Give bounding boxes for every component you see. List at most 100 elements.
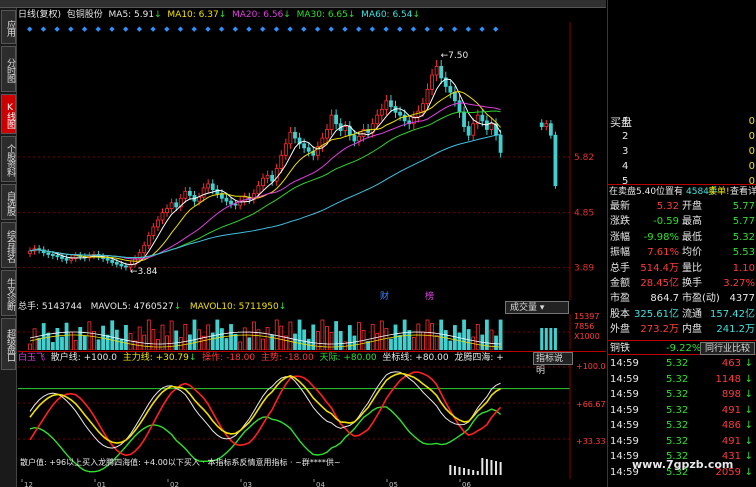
volume-bar	[398, 335, 402, 350]
signal-marker: ◆	[27, 25, 33, 33]
nav-stock-info[interactable]: 个股资料	[1, 136, 16, 182]
volume-bar	[540, 328, 544, 350]
volume-bar	[206, 324, 211, 350]
volume-bar	[197, 329, 201, 350]
stock-terminal: { "info": {"period":"日线(复权)","mode":"包铜股…	[0, 0, 756, 487]
nav-apps[interactable]: 应用	[1, 10, 16, 44]
buy-volume: 0	[748, 116, 755, 127]
buy-level-row[interactable]: 20	[608, 129, 756, 144]
indicator-name[interactable]: 白玉飞	[18, 353, 45, 363]
ma30-value: MA30: 6.65	[296, 10, 348, 20]
price-chart[interactable]: 5.82 4.85 3.89 ◆ ◆ ◆ ◆ ◆ ◆ ◆ ◆ ◆ ◆ ◆ ◆ ◆ ◆ ◆ ◆ ◆ ◆ ◆ ◆ ◆ ◆ ◆ ◆ ◆ ◆ ◆ ◆…	[18, 22, 606, 300]
volume-bar	[64, 322, 69, 350]
candle-body	[544, 123, 549, 127]
candle-body	[151, 226, 156, 236]
indicator-help-button[interactable]: 指标说明	[533, 352, 573, 376]
dragon-bar	[490, 460, 493, 475]
candle-body	[434, 66, 439, 76]
quote-row: 最新 5.32 开盘 5.77	[610, 201, 755, 212]
signal-marker: ◆	[68, 25, 74, 33]
candle-body	[224, 197, 229, 202]
dragon-bar	[453, 466, 456, 475]
date-axis: 12 01 02 03 04 05 06	[21, 479, 471, 487]
buy-level-row[interactable]: 10	[608, 114, 756, 129]
signal-marker: ◆	[82, 25, 88, 33]
indicator-note: 散户值: +96以上买入龙腾四海值: +4.00以下买入 · 本指标系反情意用指…	[20, 458, 341, 467]
volume-bar	[178, 337, 183, 350]
volume-bar	[261, 338, 265, 350]
volume-bar	[549, 328, 553, 350]
dragon-bar	[463, 468, 466, 475]
candle-body	[46, 252, 51, 255]
buy-volume: 0	[748, 161, 755, 172]
volume-bar	[297, 319, 302, 350]
candle-body	[471, 123, 476, 136]
candle-body	[233, 203, 238, 206]
dragon-bar	[472, 470, 475, 475]
tick-row: 14:59 5.32 491 ↓	[610, 435, 753, 447]
signal-marker: ◆	[425, 25, 431, 33]
signal-marker: ◆	[370, 25, 376, 33]
candle-body	[119, 263, 124, 267]
date-tick-label: 05	[389, 481, 398, 487]
candle-body	[357, 135, 361, 142]
candle-body	[421, 103, 425, 112]
buy-level-row[interactable]: 30	[608, 144, 756, 159]
nav-super-handicap[interactable]: 超级盘口	[1, 318, 16, 370]
tick-row: 14:59 5.32 1148 ↓	[610, 373, 753, 385]
sector-row[interactable]: 铜铁 -9.22% 同行业比较	[608, 340, 756, 355]
dragon-bar	[458, 467, 461, 475]
buy-level: 2	[622, 131, 629, 142]
candle-body	[110, 259, 115, 263]
signal-marker: ◆	[411, 25, 417, 33]
signal-marker: ◆	[342, 25, 348, 33]
volume-bar	[192, 319, 197, 350]
period-label[interactable]: 日线(复权)	[18, 10, 61, 20]
nav-ranking[interactable]: 综合排名	[1, 222, 16, 268]
volume-bar	[169, 320, 174, 350]
volume-bar	[498, 319, 503, 350]
stock-name: 包铜股份	[66, 10, 103, 20]
volume-bar	[443, 330, 448, 350]
nav-watchlist[interactable]: 自选股	[1, 184, 16, 220]
volume-bar	[407, 330, 412, 350]
ma60-value: MA60: 6.54	[361, 10, 413, 20]
quote-row: 涨跌 -0.59 最高 5.77	[610, 216, 755, 228]
dragon-bar	[476, 471, 479, 475]
volume-bar	[288, 321, 293, 350]
buy-level-row[interactable]: 40	[608, 159, 756, 174]
signal-marker: ◆	[178, 25, 184, 33]
volume-bar	[357, 322, 361, 350]
volume-bar	[453, 325, 457, 350]
signal-marker: ◆	[205, 25, 211, 33]
volume-bar	[448, 340, 453, 350]
volume-bar	[60, 336, 64, 350]
nav-diagnosis[interactable]: 牛叉诊断	[1, 270, 16, 316]
main-line-series	[29, 372, 502, 444]
volume-bar	[142, 334, 147, 350]
mavol5-value: MAVOL5: 4760527	[90, 302, 174, 312]
volume-bar	[457, 332, 462, 350]
volume-bar	[279, 325, 284, 350]
price-tick-label: 5.82	[574, 153, 594, 163]
volume-bar	[416, 323, 421, 350]
candle-body	[489, 123, 494, 130]
event-finance: 财	[380, 290, 389, 300]
coordinate-line: 坐标线: +80.00	[382, 353, 449, 363]
signal-marker: ◆	[383, 25, 389, 33]
sector-compare-button[interactable]: 同行业比较	[700, 342, 756, 355]
ind-axis-66: +66.67	[576, 400, 606, 409]
volume-bar	[283, 335, 288, 350]
nav-kline[interactable]: K线图	[1, 94, 16, 134]
volume-bar	[174, 330, 179, 350]
volume-bar	[73, 340, 78, 350]
candle-body	[160, 212, 165, 221]
sell-alert[interactable]: 在卖盘5.40位置有 4584手 卖单! 查看详细	[608, 184, 756, 199]
nav-intraday[interactable]: 分时图	[1, 46, 16, 92]
volume-bar	[119, 338, 124, 350]
ma30-line	[29, 110, 501, 259]
volume-selector[interactable]: 成交量 ▾	[505, 301, 569, 314]
volume-bar	[384, 328, 389, 350]
volume-chart[interactable]	[18, 314, 606, 350]
candle-body	[60, 256, 64, 259]
